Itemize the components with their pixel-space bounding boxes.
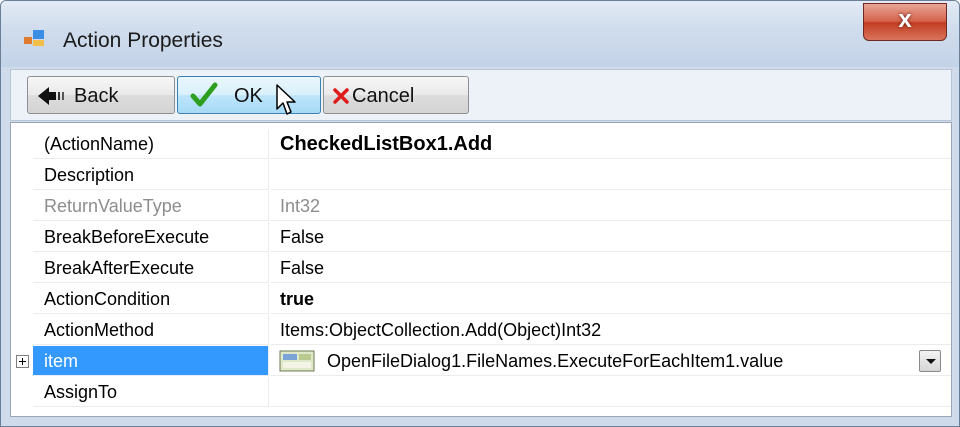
mouse-pointer-icon bbox=[276, 84, 296, 115]
properties-icon bbox=[24, 30, 44, 46]
property-name: ReturnValueType bbox=[33, 191, 269, 221]
value-type-icon bbox=[279, 350, 315, 372]
property-name: (ActionName) bbox=[33, 129, 269, 159]
checkmark-icon bbox=[190, 82, 218, 107]
property-grid: (ActionName) CheckedListBox1.Add Descrip… bbox=[10, 122, 952, 417]
window-title: Action Properties bbox=[63, 29, 223, 52]
property-row-actionname[interactable]: (ActionName) CheckedListBox1.Add bbox=[11, 129, 951, 160]
property-value[interactable]: true bbox=[271, 284, 951, 314]
cancel-button[interactable]: Cancel bbox=[323, 76, 469, 114]
property-name: BreakAfterExecute bbox=[33, 253, 269, 283]
red-x-icon bbox=[333, 88, 349, 104]
cancel-label: Cancel bbox=[352, 85, 415, 107]
property-row-assignto[interactable]: AssignTo bbox=[11, 377, 951, 408]
close-button[interactable]: x bbox=[863, 3, 947, 41]
title-bar: Action Properties x bbox=[1, 1, 959, 67]
ok-label: OK bbox=[234, 85, 263, 107]
property-name: AssignTo bbox=[33, 377, 269, 407]
property-name: Description bbox=[33, 160, 269, 190]
property-name: item bbox=[33, 346, 269, 376]
expand-plus-icon[interactable] bbox=[16, 355, 29, 368]
property-value[interactable]: Items:ObjectCollection.Add(Object)Int32 bbox=[271, 315, 951, 345]
property-row-breakafterexecute[interactable]: BreakAfterExecute False bbox=[11, 253, 951, 284]
property-name: ActionMethod bbox=[33, 315, 269, 345]
property-value: Int32 bbox=[271, 191, 951, 221]
back-arrow-icon bbox=[38, 87, 64, 105]
back-button[interactable]: Back bbox=[27, 76, 175, 114]
action-properties-window: Action Properties x Back OK Cancel (Acti… bbox=[0, 0, 960, 427]
property-row-item[interactable]: item OpenFileDialog1.FileNames.ExecuteFo… bbox=[11, 346, 951, 377]
property-row-returnvaluetype[interactable]: ReturnValueType Int32 bbox=[11, 191, 951, 222]
property-value[interactable] bbox=[271, 377, 951, 407]
toolbar: Back OK Cancel bbox=[10, 69, 952, 121]
back-label: Back bbox=[74, 85, 119, 107]
dropdown-arrow-icon[interactable] bbox=[919, 350, 941, 372]
close-icon: x bbox=[898, 6, 912, 33]
property-name: BreakBeforeExecute bbox=[33, 222, 269, 252]
property-value[interactable] bbox=[271, 160, 951, 190]
property-row-actionmethod[interactable]: ActionMethod Items:ObjectCollection.Add(… bbox=[11, 315, 951, 346]
property-value: CheckedListBox1.Add bbox=[271, 129, 951, 159]
ok-button[interactable]: OK bbox=[177, 76, 321, 114]
property-row-breakbeforeexecute[interactable]: BreakBeforeExecute False bbox=[11, 222, 951, 253]
property-value-cell[interactable]: OpenFileDialog1.FileNames.ExecuteForEach… bbox=[271, 346, 951, 376]
property-row-description[interactable]: Description bbox=[11, 160, 951, 191]
property-value[interactable]: False bbox=[271, 222, 951, 252]
property-value: OpenFileDialog1.FileNames.ExecuteForEach… bbox=[327, 351, 784, 371]
property-value[interactable]: False bbox=[271, 253, 951, 283]
property-row-actioncondition[interactable]: ActionCondition true bbox=[11, 284, 951, 315]
property-name: ActionCondition bbox=[33, 284, 269, 314]
